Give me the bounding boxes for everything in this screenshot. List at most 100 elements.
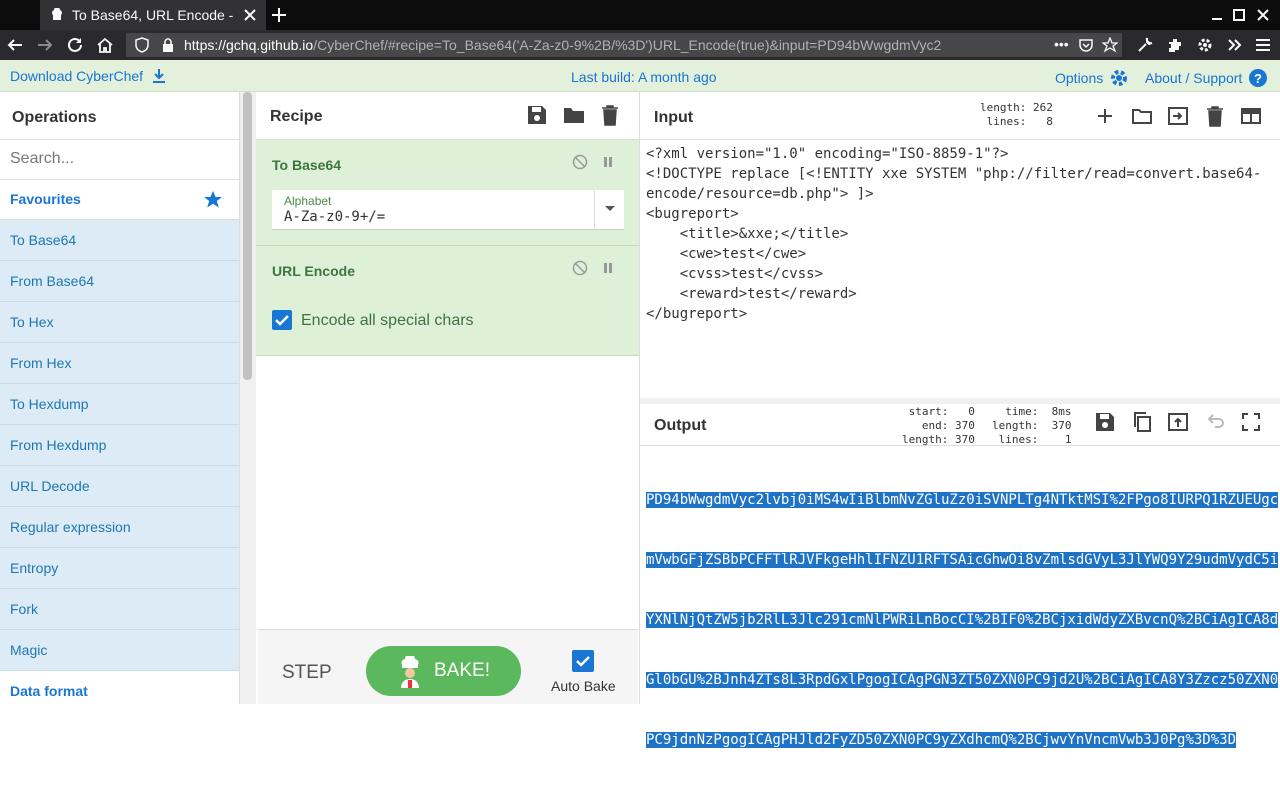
output-line: Gl0bGU%2BJnh4ZTs8L3RpdGxlPgogICAgPGN3ZT5…: [646, 672, 1279, 688]
output-text[interactable]: PD94bWwgdmVyc2lvbj0iMS4wIiBlbmNvZGluZz0i…: [646, 450, 1279, 790]
last-build-text: Last build: A month ago: [571, 69, 717, 85]
copy-icon[interactable]: [1131, 411, 1153, 433]
alphabet-select[interactable]: Alphabet A-Za-z0-9+/=: [272, 190, 624, 230]
maximize-icon[interactable]: [1232, 8, 1246, 22]
encode-special-chars-label: Encode all special chars: [301, 312, 474, 329]
output-header: Output start: 0 end: 370 length: 370 tim…: [640, 404, 1280, 446]
op-fork[interactable]: Fork: [0, 589, 239, 630]
layout-icon[interactable]: [1240, 105, 1262, 127]
about-support-button[interactable]: About / Support ?: [1145, 68, 1268, 88]
minimize-icon[interactable]: [1210, 8, 1224, 22]
page-actions-icon[interactable]: •••: [1054, 36, 1069, 52]
new-tab-icon[interactable]: [270, 6, 288, 24]
operations-search-input[interactable]: Search...: [0, 140, 239, 180]
shield-icon[interactable]: [134, 37, 150, 53]
settings-gear-icon[interactable]: [1196, 36, 1214, 54]
recipe-header: Recipe: [256, 92, 639, 140]
recipe-op-to-base64[interactable]: To Base64 Alphabet A-Za-z0-9+/=: [256, 140, 639, 246]
open-folder-icon[interactable]: [1131, 105, 1153, 127]
folder-icon[interactable]: [563, 104, 585, 126]
chevron-down-icon[interactable]: [594, 190, 624, 230]
maximise-icon[interactable]: [1240, 411, 1262, 433]
forward-icon[interactable]: [36, 36, 54, 54]
op-entropy[interactable]: Entropy: [0, 548, 239, 589]
gear-icon: [1109, 68, 1129, 88]
help-icon: ?: [1248, 68, 1268, 88]
svg-text:?: ?: [1254, 71, 1262, 86]
save-icon[interactable]: [526, 104, 548, 126]
op-regular-expression[interactable]: Regular expression: [0, 507, 239, 548]
home-icon[interactable]: [96, 36, 114, 54]
tab-title: To Base64, URL Encode -: [72, 7, 234, 23]
encode-special-chars-checkbox[interactable]: [272, 310, 292, 330]
favourites-label: Favourites: [10, 191, 81, 207]
bake-bar: STEP BAKE! Auto Bake: [258, 629, 638, 704]
browser-tab[interactable]: To Base64, URL Encode -: [40, 0, 266, 30]
disable-icon[interactable]: [572, 154, 588, 170]
pause-icon[interactable]: [600, 154, 616, 170]
recipe-op-name: To Base64: [272, 157, 341, 173]
browser-tab-bar: To Base64, URL Encode -: [0, 0, 1280, 30]
replace-input-icon[interactable]: [1167, 411, 1189, 433]
output-line: mVwbGFjZSBbPCFFTlRJVFkgeHhlIFNZU1RFTSAic…: [646, 552, 1279, 568]
output-stats-left: start: 0 end: 370 length: 370: [902, 405, 975, 446]
input-textarea[interactable]: <?xml version="1.0" encoding="ISO-8859-1…: [646, 144, 1276, 324]
output-line: YXNlNjQtZW5jb2RlL3Jlc291cmNlPWRiLnBocCI%…: [646, 612, 1279, 628]
bookmark-star-icon[interactable]: [1102, 37, 1118, 53]
op-from-hexdump[interactable]: From Hexdump: [0, 425, 239, 466]
bake-button[interactable]: BAKE!: [366, 646, 521, 696]
op-to-hexdump[interactable]: To Hexdump: [0, 384, 239, 425]
lock-icon[interactable]: [160, 37, 176, 53]
url-text: https://gchq.github.io/CyberChef/#recipe…: [184, 37, 942, 53]
about-label: About / Support: [1145, 70, 1243, 86]
browser-nav-bar: https://gchq.github.io/CyberChef/#recipe…: [0, 30, 1280, 60]
auto-bake-label: Auto Bake: [551, 678, 616, 694]
download-label: Download CyberChef: [10, 68, 144, 84]
auto-bake-checkbox[interactable]: [572, 650, 594, 672]
category-data-format[interactable]: Data format: [0, 671, 239, 712]
add-tab-icon[interactable]: [1094, 105, 1116, 127]
overflow-chevron-icon[interactable]: [1226, 36, 1244, 54]
operations-scrollbar-thumb[interactable]: [243, 92, 252, 380]
back-icon[interactable]: [6, 36, 24, 54]
hamburger-menu-icon[interactable]: [1254, 36, 1272, 54]
operations-panel: Operations Search... Favourites To Base6…: [0, 92, 240, 704]
output-line: PD94bWwgdmVyc2lvbj0iMS4wIiBlbmNvZGluZz0i…: [646, 492, 1279, 508]
output-line: PC9jdnNzPgogICAgPHJld2FyZD50ZXN0PC9yZXdh…: [646, 732, 1237, 748]
options-button[interactable]: Options: [1055, 68, 1129, 88]
bake-label: BAKE!: [434, 660, 490, 681]
clear-input-trash-icon[interactable]: [1204, 105, 1226, 127]
save-output-icon[interactable]: [1094, 411, 1116, 433]
extensions-icon[interactable]: [1166, 36, 1184, 54]
step-button[interactable]: STEP: [282, 662, 332, 684]
op-to-hex[interactable]: To Hex: [0, 302, 239, 343]
reload-icon[interactable]: [66, 36, 84, 54]
url-bar[interactable]: https://gchq.github.io/CyberChef/#recipe…: [126, 33, 1122, 57]
op-from-base64[interactable]: From Base64: [0, 261, 239, 302]
op-url-decode[interactable]: URL Decode: [0, 466, 239, 507]
download-icon: [151, 68, 167, 84]
op-from-hex[interactable]: From Hex: [0, 343, 239, 384]
favourites-category[interactable]: Favourites: [0, 180, 239, 220]
op-to-base64[interactable]: To Base64: [0, 220, 239, 261]
close-window-icon[interactable]: [1256, 8, 1270, 22]
close-tab-icon[interactable]: [242, 7, 258, 23]
pause-icon[interactable]: [600, 260, 616, 276]
input-panel: Input length: 262 lines: 8 <?xml version…: [640, 92, 1280, 398]
star-icon[interactable]: [203, 190, 223, 210]
chef-icon: [396, 656, 424, 688]
options-label: Options: [1055, 70, 1104, 86]
wrench-icon[interactable]: [1136, 36, 1154, 54]
op-magic[interactable]: Magic: [0, 630, 239, 671]
cyberchef-banner: Download CyberChef Last build: A month a…: [0, 60, 1280, 92]
output-title: Output: [654, 417, 707, 434]
alphabet-label: Alphabet: [284, 194, 332, 208]
pocket-icon[interactable]: [1078, 37, 1094, 53]
undo-icon[interactable]: [1204, 411, 1226, 433]
trash-icon[interactable]: [599, 104, 621, 126]
recipe-panel: Recipe To Base64 Alphabet A-Za-z0-9+/= U…: [256, 92, 640, 704]
download-link[interactable]: Download CyberChef: [10, 68, 167, 84]
disable-icon[interactable]: [572, 260, 588, 276]
open-file-icon[interactable]: [1167, 105, 1189, 127]
recipe-op-url-encode[interactable]: URL Encode Encode all special chars: [256, 246, 639, 356]
